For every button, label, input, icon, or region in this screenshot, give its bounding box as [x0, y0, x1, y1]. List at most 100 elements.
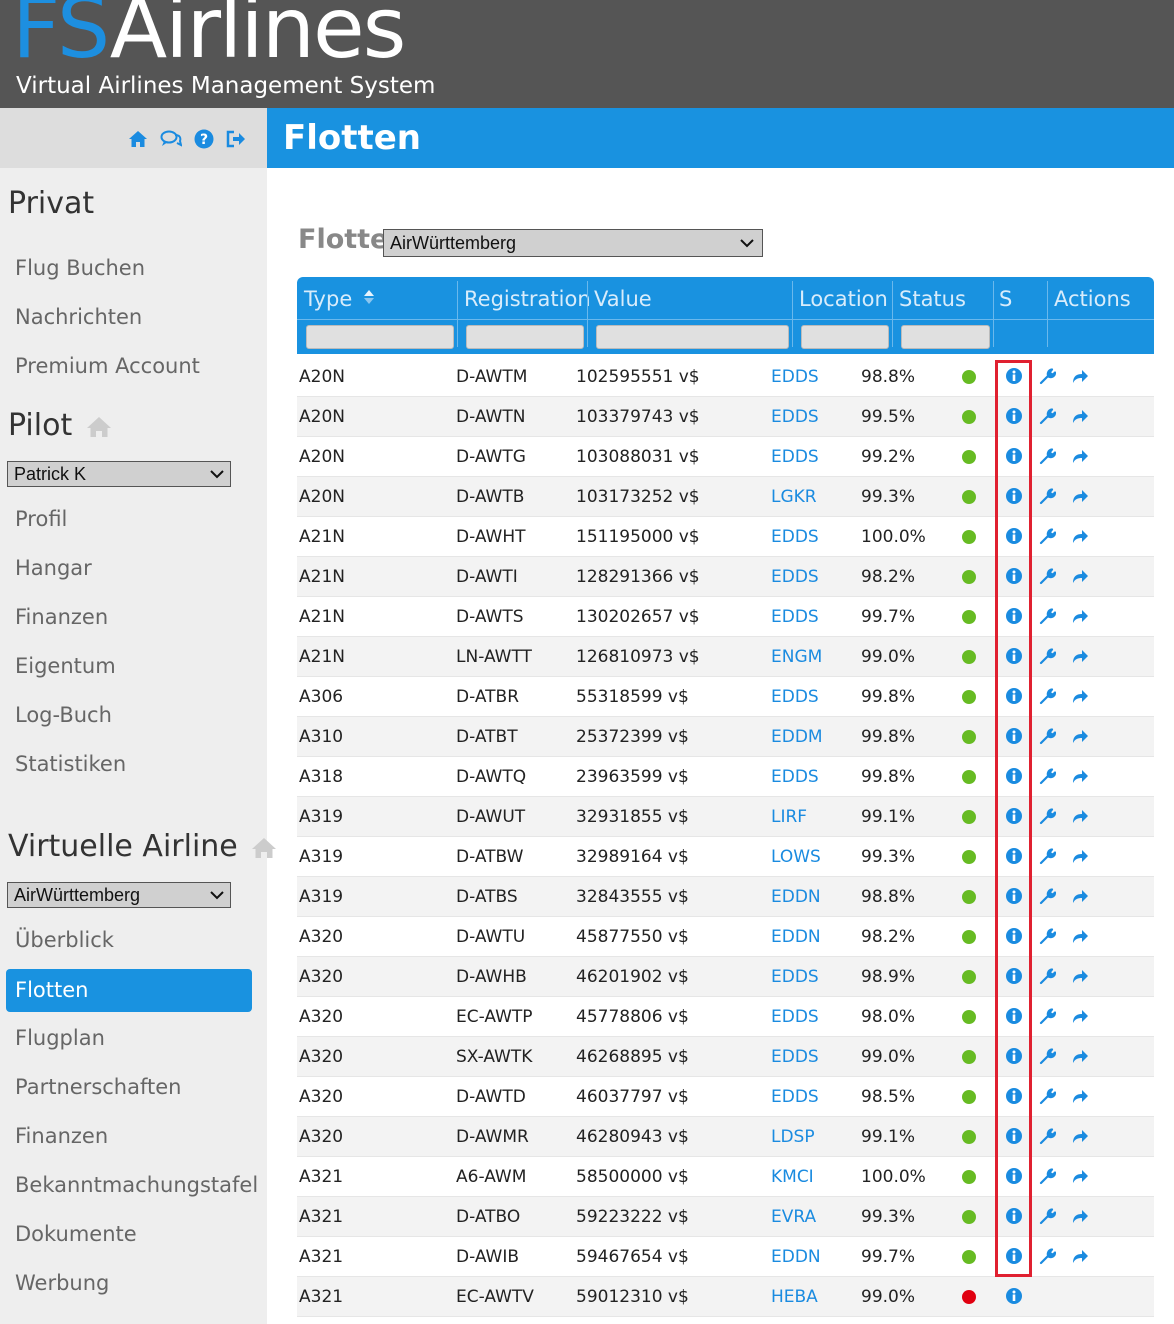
location-link[interactable]: EDDS [771, 527, 819, 547]
wrench-icon[interactable] [1038, 487, 1056, 505]
share-icon[interactable] [1071, 927, 1089, 945]
info-icon[interactable] [1005, 607, 1023, 625]
airline-select[interactable]: AirWürttemberg [7, 882, 231, 908]
chat-icon[interactable] [160, 128, 182, 150]
sidebar-item-premium-account[interactable]: Premium Account [15, 354, 200, 378]
share-icon[interactable] [1071, 1087, 1089, 1105]
sidebar-item-statistiken[interactable]: Statistiken [15, 752, 126, 776]
location-link[interactable]: EDDS [771, 1007, 819, 1027]
info-icon[interactable] [1005, 1007, 1023, 1025]
wrench-icon[interactable] [1038, 1247, 1056, 1265]
column-header-s[interactable]: S [999, 287, 1012, 311]
wrench-icon[interactable] [1038, 807, 1056, 825]
wrench-icon[interactable] [1038, 1087, 1056, 1105]
sidebar-item-dokumente[interactable]: Dokumente [15, 1222, 137, 1246]
info-icon[interactable] [1005, 567, 1023, 585]
location-link[interactable]: LDSP [771, 1127, 815, 1147]
filter-value-input[interactable] [596, 325, 789, 349]
wrench-icon[interactable] [1038, 847, 1056, 865]
wrench-icon[interactable] [1038, 527, 1056, 545]
share-icon[interactable] [1071, 727, 1089, 745]
share-icon[interactable] [1071, 1047, 1089, 1065]
sidebar-item-finanzen-airline[interactable]: Finanzen [15, 1124, 108, 1148]
column-header-type[interactable]: Type [304, 287, 375, 311]
location-link[interactable]: EDDM [771, 727, 823, 747]
sidebar-item-profil[interactable]: Profil [15, 507, 67, 531]
info-icon[interactable] [1005, 1207, 1023, 1225]
wrench-icon[interactable] [1038, 967, 1056, 985]
wrench-icon[interactable] [1038, 447, 1056, 465]
wrench-icon[interactable] [1038, 727, 1056, 745]
info-icon[interactable] [1005, 367, 1023, 385]
location-link[interactable]: EVRA [771, 1207, 816, 1227]
share-icon[interactable] [1071, 1167, 1089, 1185]
share-icon[interactable] [1071, 807, 1089, 825]
info-icon[interactable] [1005, 767, 1023, 785]
wrench-icon[interactable] [1038, 407, 1056, 425]
wrench-icon[interactable] [1038, 1007, 1056, 1025]
share-icon[interactable] [1071, 567, 1089, 585]
share-icon[interactable] [1071, 527, 1089, 545]
location-link[interactable]: EDDN [771, 1247, 821, 1267]
location-link[interactable]: EDDS [771, 607, 819, 627]
filter-type-input[interactable] [306, 325, 454, 349]
sidebar-item-eigentum[interactable]: Eigentum [15, 654, 116, 678]
location-link[interactable]: EDDS [771, 687, 819, 707]
share-icon[interactable] [1071, 1007, 1089, 1025]
sidebar-item-finanzen-pilot[interactable]: Finanzen [15, 605, 108, 629]
info-icon[interactable] [1005, 1247, 1023, 1265]
fleet-select[interactable]: AirWürttemberg [383, 229, 763, 257]
sidebar-item-nachrichten[interactable]: Nachrichten [15, 305, 142, 329]
wrench-icon[interactable] [1038, 1127, 1056, 1145]
column-header-value[interactable]: Value [594, 287, 652, 311]
info-icon[interactable] [1005, 1287, 1023, 1305]
filter-registration-input[interactable] [466, 325, 584, 349]
info-icon[interactable] [1005, 847, 1023, 865]
info-icon[interactable] [1005, 647, 1023, 665]
location-link[interactable]: LOWS [771, 847, 821, 867]
column-header-registration[interactable]: Registration [464, 287, 591, 311]
airline-home-icon[interactable] [251, 837, 277, 859]
share-icon[interactable] [1071, 1247, 1089, 1265]
info-icon[interactable] [1005, 927, 1023, 945]
location-link[interactable]: ENGM [771, 647, 822, 667]
share-icon[interactable] [1071, 1207, 1089, 1225]
wrench-icon[interactable] [1038, 1047, 1056, 1065]
info-icon[interactable] [1005, 527, 1023, 545]
logo[interactable]: FSAirlines [12, 0, 406, 70]
sidebar-item-hangar[interactable]: Hangar [15, 556, 92, 580]
wrench-icon[interactable] [1038, 687, 1056, 705]
location-link[interactable]: EDDS [771, 447, 819, 467]
sidebar-item-ueberblick[interactable]: Überblick [15, 928, 114, 952]
wrench-icon[interactable] [1038, 887, 1056, 905]
info-icon[interactable] [1005, 727, 1023, 745]
info-icon[interactable] [1005, 967, 1023, 985]
location-link[interactable]: EDDS [771, 1087, 819, 1107]
help-icon[interactable]: ? [193, 128, 215, 150]
location-link[interactable]: KMCI [771, 1167, 814, 1187]
share-icon[interactable] [1071, 647, 1089, 665]
wrench-icon[interactable] [1038, 767, 1056, 785]
info-icon[interactable] [1005, 1047, 1023, 1065]
location-link[interactable]: EDDS [771, 367, 819, 387]
sidebar-item-werbung[interactable]: Werbung [15, 1271, 109, 1295]
info-icon[interactable] [1005, 447, 1023, 465]
column-header-location[interactable]: Location [799, 287, 888, 311]
sidebar-item-flugplan[interactable]: Flugplan [15, 1026, 105, 1050]
wrench-icon[interactable] [1038, 567, 1056, 585]
sidebar-item-log-buch[interactable]: Log-Buch [15, 703, 112, 727]
pilot-select[interactable]: Patrick K [7, 461, 231, 487]
share-icon[interactable] [1071, 407, 1089, 425]
wrench-icon[interactable] [1038, 1207, 1056, 1225]
wrench-icon[interactable] [1038, 1167, 1056, 1185]
info-icon[interactable] [1005, 807, 1023, 825]
info-icon[interactable] [1005, 407, 1023, 425]
share-icon[interactable] [1071, 887, 1089, 905]
location-link[interactable]: EDDN [771, 927, 821, 947]
info-icon[interactable] [1005, 1167, 1023, 1185]
info-icon[interactable] [1005, 1087, 1023, 1105]
info-icon[interactable] [1005, 1127, 1023, 1145]
sort-icon[interactable] [363, 289, 375, 305]
location-link[interactable]: EDDN [771, 887, 821, 907]
column-header-status[interactable]: Status [899, 287, 966, 311]
